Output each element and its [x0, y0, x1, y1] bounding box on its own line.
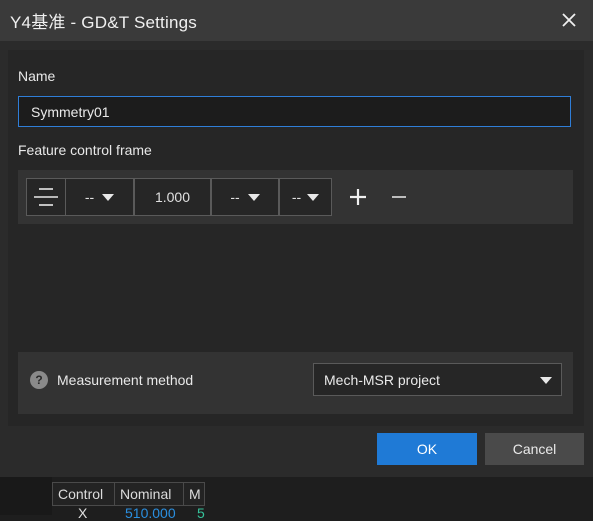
column-header-nominal[interactable]: Nominal — [114, 482, 184, 506]
chevron-down-icon — [540, 377, 552, 384]
modifier-1-value: -- — [84, 189, 95, 205]
modifier-2-value: -- — [230, 189, 240, 205]
close-icon — [562, 13, 576, 27]
close-button[interactable] — [557, 8, 581, 32]
datum-dropdown[interactable]: -- — [279, 178, 332, 216]
cell-control: X — [78, 505, 88, 521]
modifier-dropdown-2[interactable]: -- — [211, 178, 279, 216]
background-results-table: Control Nominal M X 510.000 5 — [0, 477, 593, 521]
cell-m: 5 — [197, 505, 205, 521]
dialog-title: Y4基准 - GD&T Settings — [10, 13, 197, 32]
ok-button[interactable]: OK — [377, 433, 477, 465]
cell-nominal: 510.000 — [125, 505, 176, 521]
name-input[interactable] — [18, 96, 571, 127]
measurement-method-value: Mech-MSR project — [324, 371, 440, 388]
help-icon[interactable]: ? — [30, 371, 48, 389]
gdt-settings-dialog: Y4基准 - GD&T Settings Name Feature contro… — [0, 0, 593, 477]
measurement-method-dropdown[interactable]: Mech-MSR project — [313, 363, 562, 396]
name-label: Name — [18, 68, 56, 84]
tolerance-field[interactable]: 1.000 — [134, 178, 211, 216]
datum-value: -- — [291, 189, 302, 205]
symbol-selector[interactable] — [26, 178, 66, 216]
chevron-down-icon — [307, 193, 320, 201]
feature-control-frame-label: Feature control frame — [18, 142, 152, 158]
chevron-down-icon — [247, 193, 260, 201]
background-panel — [0, 477, 52, 515]
modifier-dropdown-1[interactable]: -- — [65, 178, 134, 216]
cancel-button[interactable]: Cancel — [485, 433, 584, 465]
column-header-m[interactable]: M — [183, 482, 205, 506]
add-frame-button[interactable] — [346, 184, 370, 210]
minus-icon — [392, 196, 406, 198]
tolerance-value: 1.000 — [154, 189, 191, 205]
column-header-control[interactable]: Control — [52, 482, 115, 506]
measurement-method-row: ? Measurement method Mech-MSR project — [18, 352, 573, 414]
plus-icon — [350, 189, 366, 205]
chevron-down-icon — [102, 193, 115, 201]
measurement-method-label: Measurement method — [57, 372, 194, 388]
title-bar: Y4基准 - GD&T Settings — [0, 0, 593, 41]
symmetry-icon — [34, 188, 58, 206]
feature-control-frame: -- 1.000 -- -- — [18, 170, 573, 224]
remove-frame-button[interactable] — [387, 184, 411, 210]
